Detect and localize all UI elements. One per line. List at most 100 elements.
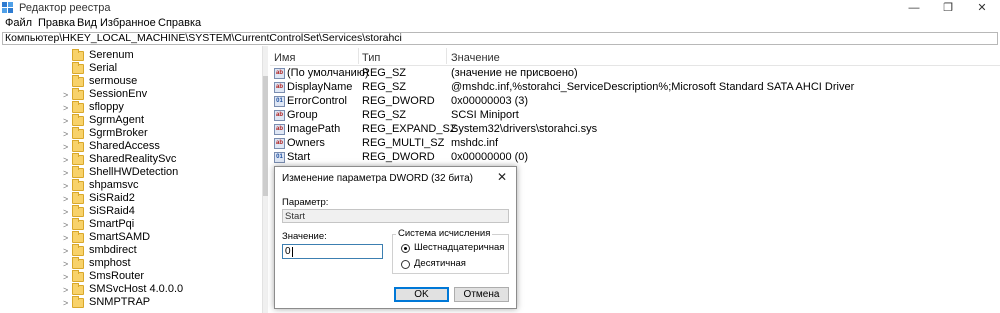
radio-hexadecimal[interactable] <box>401 244 410 253</box>
chevron-right-icon[interactable]: > <box>63 207 68 217</box>
chevron-right-icon[interactable]: > <box>63 181 68 191</box>
chevron-right-icon[interactable]: > <box>63 129 68 139</box>
tree-item[interactable]: > SNMPTRAP <box>0 296 260 310</box>
radio-decimal-label[interactable]: Десятичная <box>414 258 466 269</box>
column-header-value[interactable]: Значение <box>451 52 500 64</box>
address-bar[interactable]: Компьютер\HKEY_LOCAL_MACHINE\SYSTEM\Curr… <box>2 32 998 45</box>
radio-hexadecimal-label[interactable]: Шестнадцатеричная <box>414 242 504 253</box>
ok-button[interactable]: OK <box>394 287 449 302</box>
tree-item-label: Serial <box>89 62 118 74</box>
tree-item[interactable]: > SmsRouter <box>0 270 260 284</box>
radio-decimal[interactable] <box>401 260 410 269</box>
tree-item[interactable]: sermouse <box>0 75 260 89</box>
string-value-icon: ab <box>274 124 285 135</box>
chevron-right-icon[interactable]: > <box>63 155 68 165</box>
table-row[interactable]: ab (По умолчанию) REG_SZ (значение не пр… <box>270 67 1000 81</box>
tree-item[interactable]: > SmartSAMD <box>0 231 260 245</box>
folder-icon <box>72 231 84 243</box>
value-data-input[interactable]: 0 <box>282 244 383 259</box>
chevron-right-icon[interactable]: > <box>63 116 68 126</box>
tree-scrollbar[interactable] <box>263 46 268 313</box>
tree-item[interactable]: > smphost <box>0 257 260 271</box>
tree-item-label: SiSRaid4 <box>89 205 135 217</box>
cancel-button[interactable]: Отмена <box>454 287 509 302</box>
tree-item[interactable]: > SharedRealitySvc <box>0 153 260 167</box>
column-separator[interactable] <box>358 48 359 64</box>
tree-item-label: Serenum <box>89 49 134 61</box>
chevron-right-icon[interactable]: > <box>63 298 68 308</box>
tree-item-label: SessionEnv <box>89 88 148 100</box>
tree-item-label: SmsRouter <box>89 270 145 282</box>
chevron-right-icon[interactable]: > <box>63 168 68 178</box>
tree-item[interactable]: > SmartPqi <box>0 218 260 232</box>
chevron-right-icon[interactable]: > <box>63 103 68 113</box>
menu-favorites[interactable]: Избранное <box>100 17 156 29</box>
tree-item[interactable]: Serial <box>0 62 260 76</box>
chevron-right-icon[interactable]: > <box>63 142 68 152</box>
folder-icon <box>72 283 84 295</box>
tree-item-label: SiSRaid2 <box>89 192 135 204</box>
tree-item[interactable]: > SiSRaid4 <box>0 205 260 219</box>
tree-item[interactable]: > SgrmBroker <box>0 127 260 141</box>
value-data-text: 0 <box>285 246 291 257</box>
chevron-right-icon[interactable]: > <box>63 90 68 100</box>
tree-item-label: SgrmBroker <box>89 127 148 139</box>
value-name: ImagePath <box>287 123 341 135</box>
tree-item-label: ShellHWDetection <box>89 166 179 178</box>
param-label: Параметр: <box>282 197 329 208</box>
folder-icon <box>72 127 84 139</box>
column-header-type[interactable]: Тип <box>362 52 380 64</box>
maximize-button[interactable]: ❐ <box>931 0 965 16</box>
minimize-button[interactable]: — <box>897 0 931 16</box>
table-row[interactable]: 01 Start REG_DWORD 0x00000000 (0) <box>270 151 1000 165</box>
value-data: System32\drivers\storahci.sys <box>451 123 598 135</box>
chevron-right-icon[interactable]: > <box>63 285 68 295</box>
folder-icon <box>72 153 84 165</box>
table-row[interactable]: ab Group REG_SZ SCSI Miniport <box>270 109 1000 123</box>
close-button[interactable]: ✕ <box>965 0 999 16</box>
chevron-right-icon[interactable]: > <box>63 220 68 230</box>
binary-value-icon: 01 <box>274 96 285 107</box>
column-header-name[interactable]: Имя <box>274 52 295 64</box>
column-separator[interactable] <box>446 48 447 64</box>
tree-item[interactable]: > ShellHWDetection <box>0 166 260 180</box>
chevron-right-icon[interactable]: > <box>63 259 68 269</box>
value-type: REG_DWORD <box>362 95 435 107</box>
tree-item[interactable]: > SharedAccess <box>0 140 260 154</box>
tree-item[interactable]: > SgrmAgent <box>0 114 260 128</box>
dialog-close-button[interactable]: ✕ <box>497 170 507 184</box>
tree-item[interactable]: > SMSvcHost 4.0.0.0 <box>0 283 260 297</box>
folder-icon <box>72 75 84 87</box>
list-header: Имя Тип Значение <box>270 46 1000 66</box>
folder-icon <box>72 296 84 308</box>
table-row[interactable]: ab DisplayName REG_SZ @mshdc.inf,%storah… <box>270 81 1000 95</box>
folder-icon <box>72 166 84 178</box>
table-row[interactable]: ab ImagePath REG_EXPAND_SZ System32\driv… <box>270 123 1000 137</box>
tree-item[interactable]: > SiSRaid2 <box>0 192 260 206</box>
menu-edit[interactable]: Правка <box>38 17 75 29</box>
table-row[interactable]: ab Owners REG_MULTI_SZ mshdc.inf <box>270 137 1000 151</box>
tree-item-label: smphost <box>89 257 131 269</box>
value-name: Start <box>287 151 311 163</box>
chevron-right-icon[interactable]: > <box>63 233 68 243</box>
folder-icon <box>72 192 84 204</box>
scrollbar-thumb[interactable] <box>263 76 268 196</box>
tree-item[interactable]: Serenum <box>0 49 260 63</box>
tree-item-label: SmartPqi <box>89 218 135 230</box>
chevron-right-icon[interactable]: > <box>63 194 68 204</box>
tree-item[interactable]: > SessionEnv <box>0 88 260 102</box>
tree-item[interactable]: > sfloppy <box>0 101 260 115</box>
table-row[interactable]: 01 ErrorControl REG_DWORD 0x00000003 (3) <box>270 95 1000 109</box>
menu-file[interactable]: Файл <box>5 17 32 29</box>
folder-icon <box>72 62 84 74</box>
menu-help[interactable]: Справка <box>158 17 201 29</box>
chevron-right-icon[interactable]: > <box>63 246 68 256</box>
tree-pane: Serenum Serial sermouse > SessionEnv > sfl… <box>0 46 263 313</box>
value-type: REG_EXPAND_SZ <box>362 123 457 135</box>
tree-item[interactable]: > shpamsvc <box>0 179 260 193</box>
menu-view[interactable]: Вид <box>77 17 97 29</box>
tree-item-label: SgrmAgent <box>89 114 145 126</box>
chevron-right-icon[interactable]: > <box>63 272 68 282</box>
param-name-text: Start <box>285 211 306 222</box>
tree-item[interactable]: > smbdirect <box>0 244 260 258</box>
